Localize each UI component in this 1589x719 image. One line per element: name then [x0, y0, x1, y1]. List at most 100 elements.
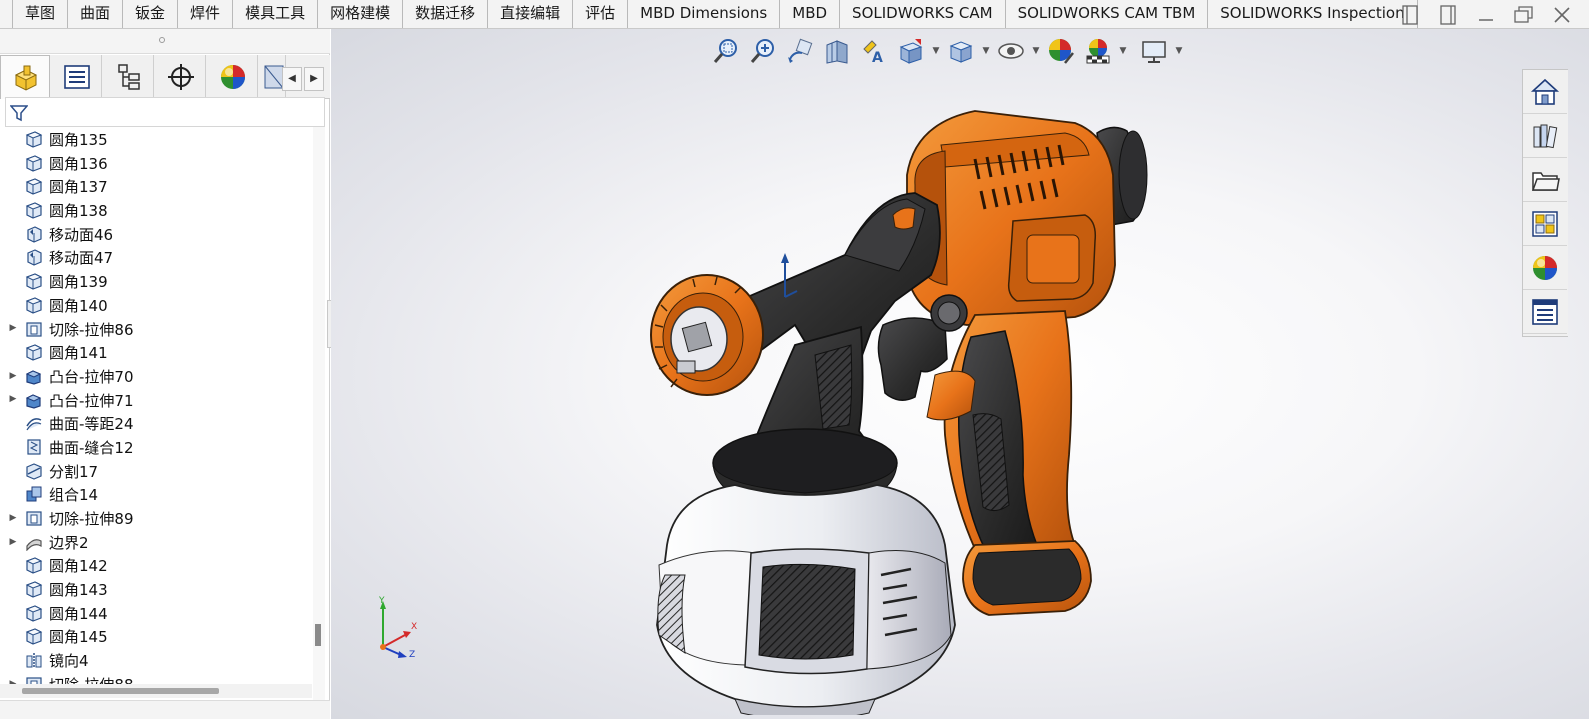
dimxpert-icon[interactable]	[156, 55, 206, 99]
expand-arrow-icon[interactable]: ▶	[8, 537, 18, 547]
tree-item-label: 镜向4	[49, 652, 89, 671]
zoom-to-area-icon[interactable]	[746, 35, 780, 67]
tree-item[interactable]: 圆角144	[0, 601, 312, 625]
tree-item[interactable]: 圆角142	[0, 553, 312, 577]
tree-item[interactable]: ▶ 凸台-拉伸70	[0, 364, 312, 388]
tree-item[interactable]: 圆角140	[0, 293, 312, 317]
view-palette-icon[interactable]	[1523, 202, 1567, 246]
close-icon[interactable]	[1549, 4, 1575, 26]
view-settings-dropdown-icon[interactable]: ▼	[1174, 35, 1184, 67]
custom-properties-icon[interactable]	[1523, 290, 1567, 334]
apply-scene-dropdown-icon[interactable]: ▼	[1118, 35, 1128, 67]
minimize-icon[interactable]	[1473, 4, 1499, 26]
scrollbar-thumb[interactable]	[315, 624, 321, 646]
graphics-area[interactable]: A ▼ ▼ ▼ ▼ ▼ Y X Z	[331, 29, 1589, 719]
display-style-icon[interactable]	[944, 35, 978, 67]
panel-tabs-scroll-left-button[interactable]: ◀	[282, 67, 302, 91]
tree-item-label: 凸台-拉伸70	[49, 367, 134, 386]
spray-gun-model[interactable]	[645, 75, 1165, 715]
tree-item[interactable]: ▶ 切除-拉伸86	[0, 317, 312, 341]
tree-item[interactable]: 镜向4	[0, 648, 312, 672]
tree-item[interactable]: 圆角143	[0, 577, 312, 601]
edit-appearance-icon[interactable]	[1044, 35, 1078, 67]
tree-item[interactable]: 分割17	[0, 459, 312, 483]
tree-item-label: 圆角139	[49, 273, 108, 292]
tree-item[interactable]: 圆角135	[0, 127, 312, 151]
triad-y-label: Y	[378, 596, 385, 606]
move-face-icon	[25, 225, 43, 243]
section-view-icon[interactable]	[820, 35, 854, 67]
cut-extrude-icon	[25, 509, 43, 527]
expand-arrow-icon[interactable]: ▶	[8, 323, 18, 333]
panel-splitter[interactable]	[0, 29, 330, 54]
tree-item[interactable]: 曲面-等距24	[0, 411, 312, 435]
view-settings-icon[interactable]	[1137, 35, 1171, 67]
tree-item[interactable]: 曲面-缝合12	[0, 435, 312, 459]
tab-surfaces[interactable]: 曲面	[68, 0, 124, 28]
file-explorer-icon[interactable]	[1523, 158, 1567, 202]
tree-item[interactable]: 圆角145	[0, 624, 312, 648]
apply-scene-icon[interactable]	[1081, 35, 1115, 67]
scrollbar-thumb[interactable]	[22, 688, 219, 694]
hide-show-items-icon[interactable]	[994, 35, 1028, 67]
tab-evaluate[interactable]: 评估	[573, 0, 629, 28]
tab-data-migration[interactable]: 数据迁移	[403, 0, 489, 28]
front-nozzle	[650, 274, 764, 396]
tree-item[interactable]: 圆角141	[0, 340, 312, 364]
expand-arrow-icon[interactable]: ▶	[8, 371, 18, 381]
splitter-grip-icon	[159, 37, 165, 43]
tree-item[interactable]: 组合14	[0, 482, 312, 506]
appearances-scenes-icon[interactable]	[1523, 246, 1567, 290]
panel-tabs-scroll-right-button[interactable]: ▶	[304, 67, 324, 91]
previous-view-icon[interactable]	[783, 35, 817, 67]
tree-item[interactable]: ▶ 凸台-拉伸71	[0, 388, 312, 412]
tab-mbd[interactable]: MBD	[780, 0, 841, 28]
tree-item[interactable]: 移动面46	[0, 222, 312, 246]
tree-item[interactable]: ▶ 切除-拉伸89	[0, 506, 312, 530]
design-library-icon[interactable]	[1523, 114, 1567, 158]
feature-manager-icon[interactable]	[0, 55, 50, 99]
tree-item[interactable]: 圆角136	[0, 151, 312, 175]
tab-mbd-dimensions[interactable]: MBD Dimensions	[628, 0, 781, 28]
tree-item-label: 圆角135	[49, 131, 108, 149]
tab-mesh-modeling[interactable]: 网格建模	[318, 0, 404, 28]
panel-splitter-bottom[interactable]	[0, 700, 330, 719]
display-style-dropdown-icon[interactable]: ▼	[981, 35, 991, 67]
property-manager-icon[interactable]	[52, 55, 102, 99]
fillet-icon	[25, 296, 43, 314]
reference-triad[interactable]: Y X Z	[371, 595, 421, 661]
tab-sheet-metal[interactable]: 钣金	[123, 0, 179, 28]
view-orientation-dropdown-icon[interactable]: ▼	[931, 35, 941, 67]
tab-direct-editing[interactable]: 直接编辑	[488, 0, 574, 28]
tree-item[interactable]: 圆角137	[0, 174, 312, 198]
dynamic-annotation-icon[interactable]: A	[857, 35, 891, 67]
tree-filter-bar[interactable]	[5, 97, 325, 127]
tab-weldments[interactable]: 焊件	[178, 0, 234, 28]
restore-left-icon[interactable]	[1397, 4, 1423, 26]
tree-item[interactable]: 圆角138	[0, 198, 312, 222]
tree-horizontal-scrollbar[interactable]	[0, 684, 312, 698]
zoom-to-fit-icon[interactable]	[709, 35, 743, 67]
solidworks-resources-icon[interactable]	[1523, 70, 1567, 114]
expand-arrow-icon[interactable]: ▶	[8, 513, 18, 523]
tree-item[interactable]: 移动面47	[0, 245, 312, 269]
fillet-icon	[25, 130, 43, 148]
heads-up-view-toolbar: A ▼ ▼ ▼ ▼ ▼	[709, 33, 1184, 69]
restore-right-icon[interactable]	[1435, 4, 1461, 26]
tree-item[interactable]: 圆角139	[0, 269, 312, 293]
expand-arrow-icon[interactable]: ▶	[8, 394, 18, 404]
tab-solidworks-cam[interactable]: SOLIDWORKS CAM	[840, 0, 1006, 28]
tab-solidworks-cam-tbm[interactable]: SOLIDWORKS CAM TBM	[1005, 0, 1209, 28]
tree-item[interactable]: ▶ 边界2	[0, 530, 312, 554]
configuration-manager-icon[interactable]	[104, 55, 154, 99]
display-manager-icon[interactable]	[208, 55, 258, 99]
tab-solidworks-inspection[interactable]: SOLIDWORKS Inspection	[1208, 0, 1418, 28]
maximize-icon[interactable]	[1511, 4, 1537, 26]
filter-icon[interactable]	[9, 104, 29, 126]
tab-sketch[interactable]: 草图	[12, 0, 69, 28]
hide-show-dropdown-icon[interactable]: ▼	[1031, 35, 1041, 67]
tree-vertical-scrollbar[interactable]	[313, 127, 325, 710]
handle	[943, 310, 1092, 616]
tab-mold-tools[interactable]: 模具工具	[233, 0, 319, 28]
view-orientation-icon[interactable]	[894, 35, 928, 67]
